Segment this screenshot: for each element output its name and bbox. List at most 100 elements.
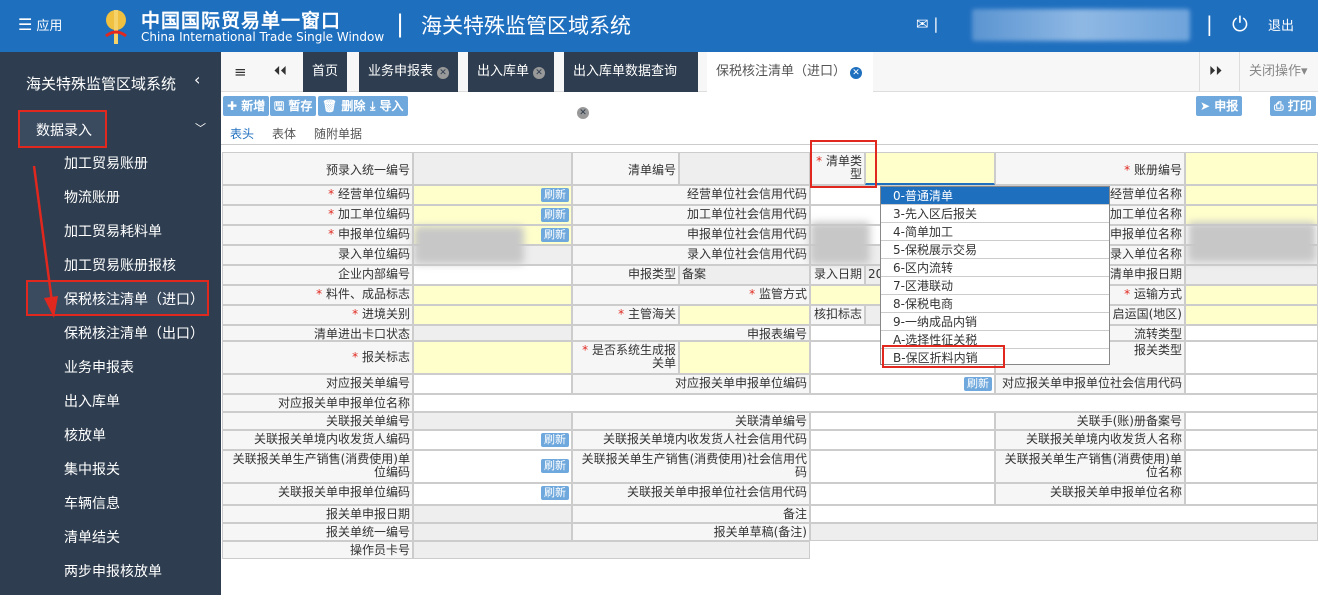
rel-recv-credit-field[interactable] xyxy=(810,430,995,450)
delete-button[interactable]: 🗑 删除 xyxy=(318,96,370,116)
book-no-field[interactable] xyxy=(1185,152,1318,185)
power-icon[interactable]: ⏻ xyxy=(1232,12,1248,36)
operator-card-field[interactable] xyxy=(413,541,810,559)
sidebar-item-business-form[interactable]: 业务申报表 xyxy=(64,357,134,377)
dropdown-option[interactable]: 5-保税展示交易 xyxy=(881,241,1109,259)
rel-decl-name-field[interactable] xyxy=(1185,483,1318,505)
cd-decl-credit-field[interactable] xyxy=(1185,374,1318,394)
remark-field[interactable] xyxy=(810,505,1318,523)
apps-menu[interactable]: ☰ 应用 xyxy=(18,15,62,34)
list-decl-date-field[interactable] xyxy=(1185,265,1318,285)
close-actions-menu[interactable]: 关闭操作▾ xyxy=(1239,52,1318,92)
proc-code-field[interactable]: 刷新 xyxy=(413,205,572,225)
sidebar-item-centralized[interactable]: 集中报关 xyxy=(64,459,120,479)
sidebar-item-bonded-list-import[interactable]: 保税核注清单（进口） xyxy=(64,289,204,309)
mail-icon[interactable]: ✉ | xyxy=(916,15,938,33)
pre-entry-no-field[interactable] xyxy=(413,152,572,185)
cd-draft-field[interactable] xyxy=(810,523,1318,541)
rel-recv-code-field[interactable]: 刷新 xyxy=(413,430,572,450)
rel-prod-code-field[interactable]: 刷新 xyxy=(413,450,572,483)
close-icon[interactable]: ✕ xyxy=(437,67,450,79)
inner-no-field[interactable] xyxy=(413,265,572,285)
decl-type-field[interactable]: 备案 xyxy=(679,265,810,285)
subtab-body[interactable]: 表体 xyxy=(272,125,296,142)
rel-list-no-field[interactable] xyxy=(810,412,995,430)
rel-cd-no-field[interactable] xyxy=(413,412,572,430)
flow-type-select[interactable] xyxy=(1185,325,1318,341)
sidebar-item-two-step[interactable]: 两步申报核放单 xyxy=(64,561,162,581)
close-icon[interactable]: ✕ xyxy=(533,67,546,79)
dropdown-option[interactable]: 4-简单加工 xyxy=(881,223,1109,241)
list-type-dropdown[interactable]: 0-普通清单 3-先入区后报关 4-简单加工 5-保税展示交易 6-区内流转 7… xyxy=(880,186,1110,365)
sidebar-item-processing-book[interactable]: 加工贸易账册 xyxy=(64,153,148,173)
collapse-icon[interactable]: ‹ xyxy=(194,70,200,89)
tab-business-form[interactable]: 业务申报表 ✕ xyxy=(359,52,458,92)
label: 录入单位编码 xyxy=(222,245,413,265)
dropdown-option[interactable]: 8-保税电商 xyxy=(881,295,1109,313)
add-button[interactable]: ✚ 新增 xyxy=(223,96,270,116)
cd-decl-name-field[interactable] xyxy=(413,394,1318,412)
import-button[interactable]: ⤓ 导入 xyxy=(366,96,408,116)
label: * 经营单位编码 xyxy=(222,185,413,205)
sidebar-item-list-close[interactable]: 清单结关 xyxy=(64,527,120,547)
save-draft-button[interactable]: 🖫 暂存 xyxy=(270,96,317,116)
refresh-button[interactable]: 刷新 xyxy=(541,228,569,242)
tab-scroll-left-icon[interactable]: ⏴⏴ xyxy=(265,52,295,92)
rel-prod-credit-field[interactable] xyxy=(810,450,995,483)
subtab-attachments[interactable]: 随附单据 xyxy=(314,125,362,142)
port-select[interactable] xyxy=(413,305,572,325)
sidebar-item-warehouse-slip[interactable]: 出入库单 xyxy=(64,391,120,411)
cd-decl-date-field[interactable] xyxy=(413,505,572,523)
dropdown-option[interactable]: 3-先入区后报关 xyxy=(881,205,1109,223)
transport-select[interactable] xyxy=(1185,285,1318,305)
print-button[interactable]: ⎙ 打印 xyxy=(1270,96,1316,116)
refresh-button[interactable]: 刷新 xyxy=(964,377,992,391)
customs-select[interactable] xyxy=(679,305,810,325)
rel-prod-name-field[interactable] xyxy=(1185,450,1318,483)
decl-kind-select[interactable] xyxy=(1185,341,1318,374)
tab-warehouse-query[interactable]: 出入库单数据查询✕ xyxy=(564,52,698,119)
sidebar-group-data-entry[interactable]: 数据录入 xyxy=(18,110,107,148)
sidebar-item-vehicle[interactable]: 车辆信息 xyxy=(64,493,120,513)
rel-decl-code-field[interactable]: 刷新 xyxy=(413,483,572,505)
tab-warehouse-slip[interactable]: 出入库单 ✕ xyxy=(468,52,554,92)
tab-home[interactable]: 首页 xyxy=(303,52,347,92)
rel-recv-name-field[interactable] xyxy=(1185,430,1318,450)
refresh-button[interactable]: 刷新 xyxy=(541,208,569,222)
tab-scroll-right-icon[interactable]: ⏵⏵ xyxy=(1199,52,1239,92)
rel-decl-credit-field[interactable] xyxy=(810,483,995,505)
dropdown-option[interactable]: 9-一纳成品内销 xyxy=(881,313,1109,331)
sidebar-item-logistics-book[interactable]: 物流账册 xyxy=(64,187,120,207)
material-flag-select[interactable] xyxy=(413,285,572,305)
refresh-button[interactable]: 刷新 xyxy=(541,486,569,500)
blurred-region xyxy=(1188,222,1316,262)
refresh-button[interactable]: 刷新 xyxy=(541,459,569,473)
decl-flag-select[interactable] xyxy=(413,341,572,374)
origin-select[interactable] xyxy=(1185,305,1318,325)
sidebar-item-book-check[interactable]: 加工贸易账册报核 xyxy=(64,255,176,275)
declare-button[interactable]: ➤ 申报 xyxy=(1196,96,1243,116)
gate-status-field[interactable] xyxy=(413,325,572,341)
list-type-select[interactable] xyxy=(865,152,995,185)
tab-menu-icon[interactable]: ≡ xyxy=(225,52,257,92)
list-no-field[interactable] xyxy=(679,152,810,185)
close-icon[interactable]: ✕ xyxy=(850,67,863,79)
refresh-button[interactable]: 刷新 xyxy=(541,433,569,447)
op-code-field[interactable]: 刷新 xyxy=(413,185,572,205)
sidebar-item-release-slip[interactable]: 核放单 xyxy=(64,425,106,445)
sidebar-item-bonded-list-export[interactable]: 保税核注清单（出口） xyxy=(64,323,204,343)
dropdown-option[interactable]: 6-区内流转 xyxy=(881,259,1109,277)
subtab-header[interactable]: 表头 xyxy=(230,125,254,142)
op-name-field[interactable] xyxy=(1185,185,1318,205)
refresh-button[interactable]: 刷新 xyxy=(541,188,569,202)
dropdown-option[interactable]: 0-普通清单 xyxy=(881,187,1109,205)
cd-decl-code-field[interactable]: 刷新 xyxy=(810,374,995,394)
cd-no-field[interactable] xyxy=(413,374,572,394)
sidebar-item-consumption[interactable]: 加工贸易耗料单 xyxy=(64,221,162,241)
dropdown-option[interactable]: 7-区港联动 xyxy=(881,277,1109,295)
sys-gen-select[interactable] xyxy=(679,341,810,374)
tab-bonded-list-import[interactable]: 保税核注清单（进口） ✕ xyxy=(707,52,873,92)
rel-book-no-field[interactable] xyxy=(1185,412,1318,430)
logout-link[interactable]: 退出 xyxy=(1268,15,1294,34)
cd-unified-no-field[interactable] xyxy=(413,523,572,541)
